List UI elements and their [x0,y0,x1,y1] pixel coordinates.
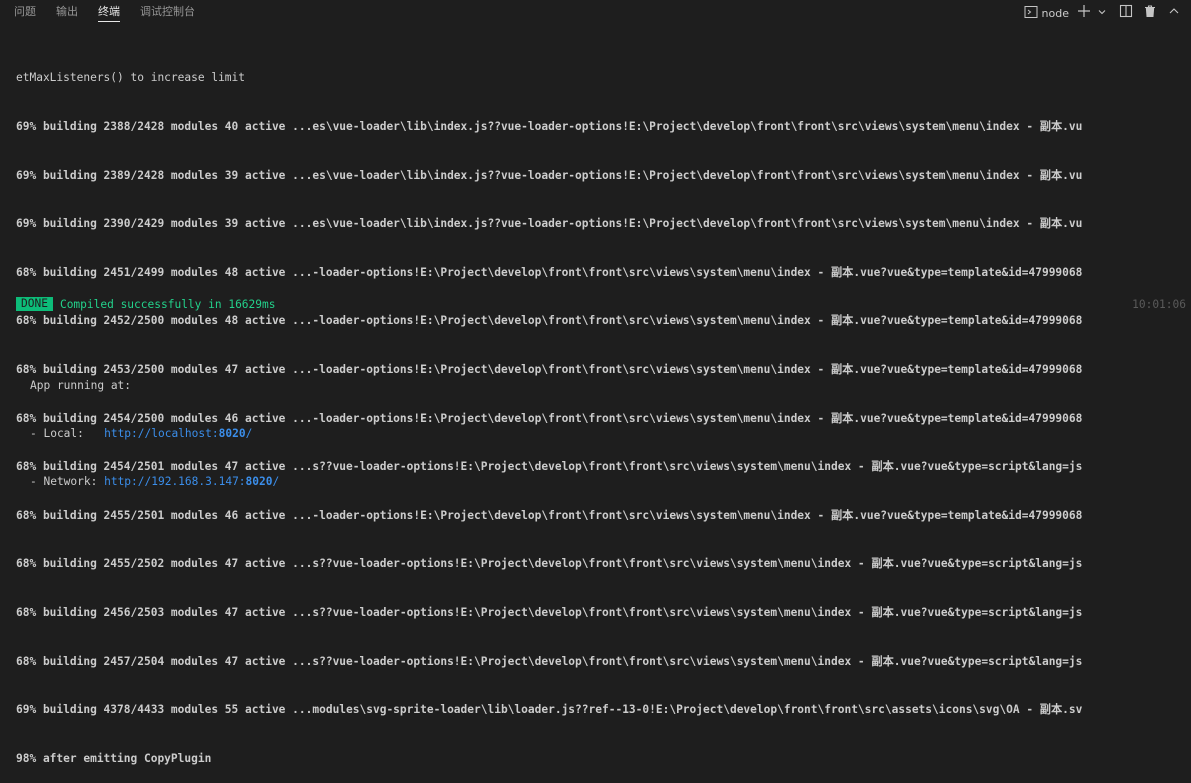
done-badge: DONE [16,297,53,311]
terminal-line: 68% building 2451/2499 modules 48 active… [16,265,1083,279]
local-url-port: 8020 [218,427,246,440]
split-terminal-button[interactable] [1117,2,1135,24]
terminal-line: 68% building 2456/2503 modules 47 active… [16,605,1083,619]
new-terminal-button[interactable] [1075,2,1093,24]
terminal-line: etMaxListeners() to increase limit [16,71,246,85]
local-url-prefix: http://localhost: [104,427,219,440]
network-url-link[interactable]: http://192.168.3.147:8020/ [104,475,279,488]
terminal-line: 69% building 2389/2428 modules 39 active… [16,168,1083,182]
done-time: 10:01:06 [1132,297,1186,311]
terminal-line: 69% building 2388/2428 modules 40 active… [16,120,1083,133]
local-url-suffix: / [245,427,253,440]
plus-icon [1077,4,1091,22]
network-url-port: 8020 [245,475,273,488]
terminal-line: 68% building 2455/2502 modules 47 active… [16,557,1083,571]
terminal-icon [1024,4,1038,23]
app-running-info: App running at: - Local: http://localhos… [30,346,279,506]
terminal-line: 68% building 2452/2500 modules 48 active… [16,314,1083,328]
tab-output[interactable]: 输出 [56,0,78,26]
terminal-line: 68% building 2457/2504 modules 47 active… [16,654,1083,668]
tab-problems[interactable]: 问题 [14,0,36,26]
terminal-select[interactable]: node [1024,4,1069,23]
network-label: - Network: [30,475,105,488]
local-url-row: - Local: http://localhost:8020/ [30,426,279,442]
local-label: - Local: [30,427,105,440]
terminal-name: node [1041,6,1069,20]
split-icon [1119,4,1133,22]
terminal-line: 68% building 2455/2501 modules 46 active… [16,508,1083,522]
network-url-suffix: / [272,475,280,488]
maximize-panel-button[interactable] [1165,2,1183,24]
terminal-line: 69% building 4378/4433 modules 55 active… [16,703,1083,717]
panel-tab-bar: 问题 输出 终端 调试控制台 node [0,0,1191,26]
chevron-down-icon [1097,6,1107,21]
terminal-line: 69% building 2390/2429 modules 39 active… [16,217,1083,231]
tab-debug-console[interactable]: 调试控制台 [140,0,195,26]
local-url-link[interactable]: http://localhost:8020/ [104,427,252,440]
network-url-prefix: http://192.168.3.147: [104,475,246,488]
launch-profile-button[interactable] [1093,2,1111,24]
trash-icon [1143,4,1157,22]
chevron-up-icon [1168,5,1180,21]
done-message: Compiled successfully in 16629ms [59,297,276,311]
kill-terminal-button[interactable] [1141,2,1159,24]
tab-terminal[interactable]: 终端 [98,0,120,26]
network-url-row: - Network: http://192.168.3.147:8020/ [30,474,279,490]
terminal-line: 98% after emitting CopyPlugin [16,751,212,765]
panel-toolbar: node [1024,0,1183,26]
compile-status: DONE Compiled successfully in 16629ms 10… [16,296,1188,312]
app-running-label: App running at: [30,379,132,392]
